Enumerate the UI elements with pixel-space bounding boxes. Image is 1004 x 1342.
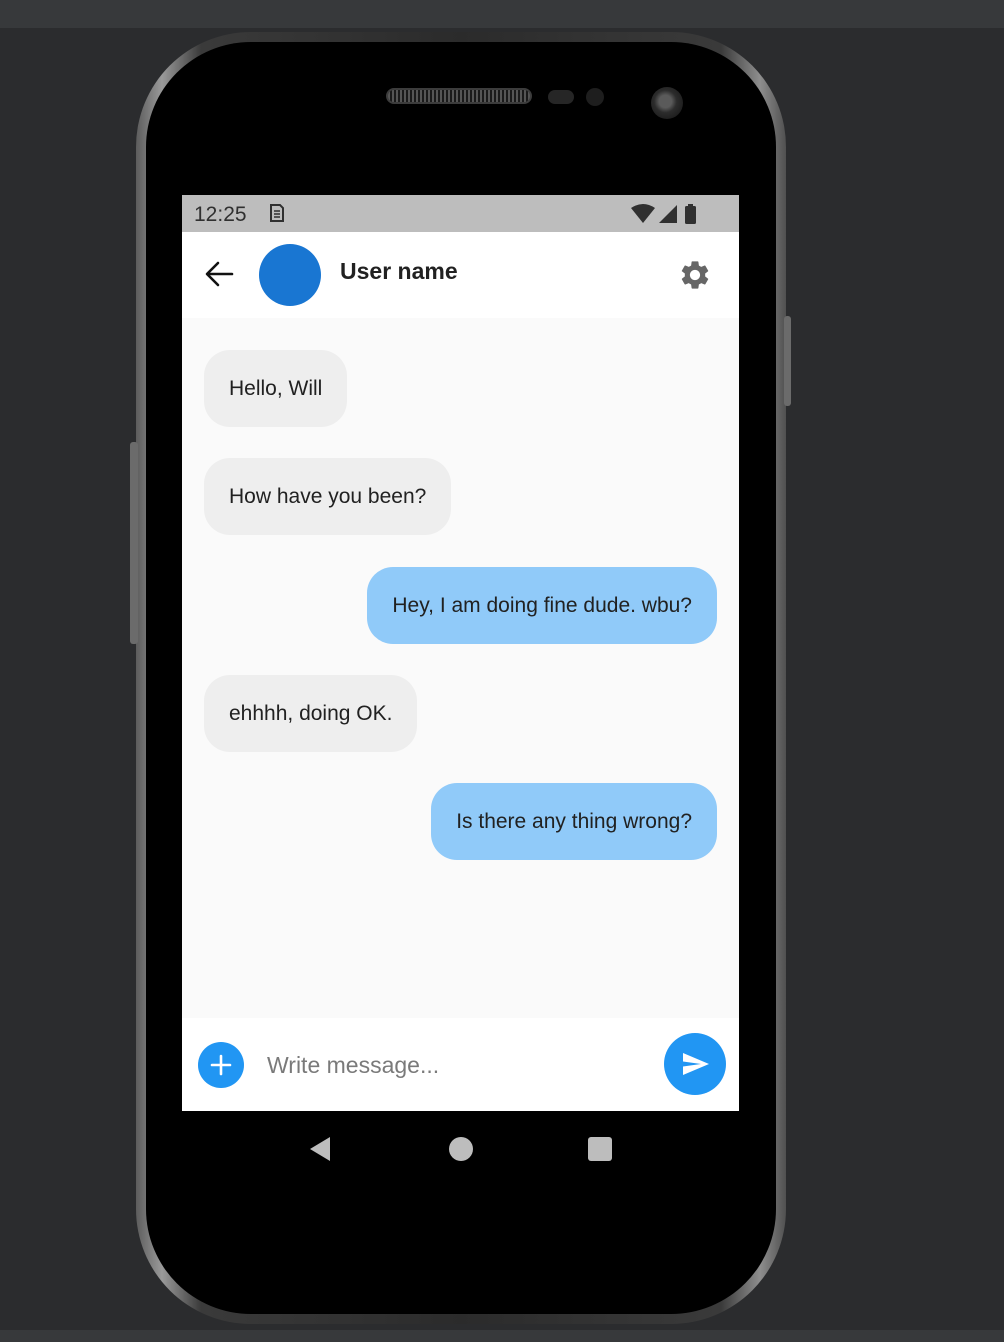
emulator-top-bar	[0, 0, 1004, 28]
wifi-icon	[631, 204, 655, 223]
power-button[interactable]	[784, 316, 791, 406]
arrow-back-icon[interactable]	[202, 257, 236, 291]
plus-icon	[210, 1054, 232, 1076]
volume-button[interactable]	[130, 442, 138, 644]
signal-icon	[659, 205, 677, 223]
status-time: 12:25	[194, 203, 247, 226]
phone-screen: 12:25 User name Hello, Will How have you…	[182, 195, 739, 1187]
app-bar: User name	[182, 232, 739, 318]
nav-back-icon[interactable]	[308, 1135, 332, 1163]
message-list: Hello, Will How have you been? Hey, I am…	[182, 318, 739, 1018]
add-attachment-button[interactable]	[198, 1042, 244, 1088]
avatar[interactable]	[259, 244, 321, 306]
message-composer	[182, 1018, 739, 1111]
send-icon	[683, 1053, 709, 1075]
user-name: User name	[340, 258, 458, 284]
proximity-sensor	[548, 90, 574, 104]
sim-card-icon	[270, 204, 284, 222]
message-input[interactable]	[267, 1045, 647, 1085]
nav-home-icon[interactable]	[449, 1137, 473, 1161]
status-bar: 12:25	[182, 195, 739, 232]
emulator-bottom-bar	[0, 1330, 1004, 1342]
earpiece-speaker	[386, 88, 532, 104]
nav-recents-icon[interactable]	[588, 1137, 612, 1161]
send-button[interactable]	[664, 1033, 726, 1095]
message-bubble-incoming[interactable]: ehhhh, doing OK.	[204, 675, 418, 752]
light-sensor	[586, 88, 604, 106]
system-nav-bar	[182, 1111, 739, 1187]
message-bubble-outgoing[interactable]: Is there any thing wrong?	[431, 783, 717, 860]
status-icons	[631, 204, 696, 224]
front-camera	[651, 87, 683, 119]
gear-icon[interactable]	[678, 258, 712, 292]
message-bubble-incoming[interactable]: Hello, Will	[204, 350, 348, 427]
battery-icon	[685, 206, 696, 224]
message-bubble-incoming[interactable]: How have you been?	[204, 458, 452, 535]
message-bubble-outgoing[interactable]: Hey, I am doing fine dude. wbu?	[367, 567, 717, 644]
